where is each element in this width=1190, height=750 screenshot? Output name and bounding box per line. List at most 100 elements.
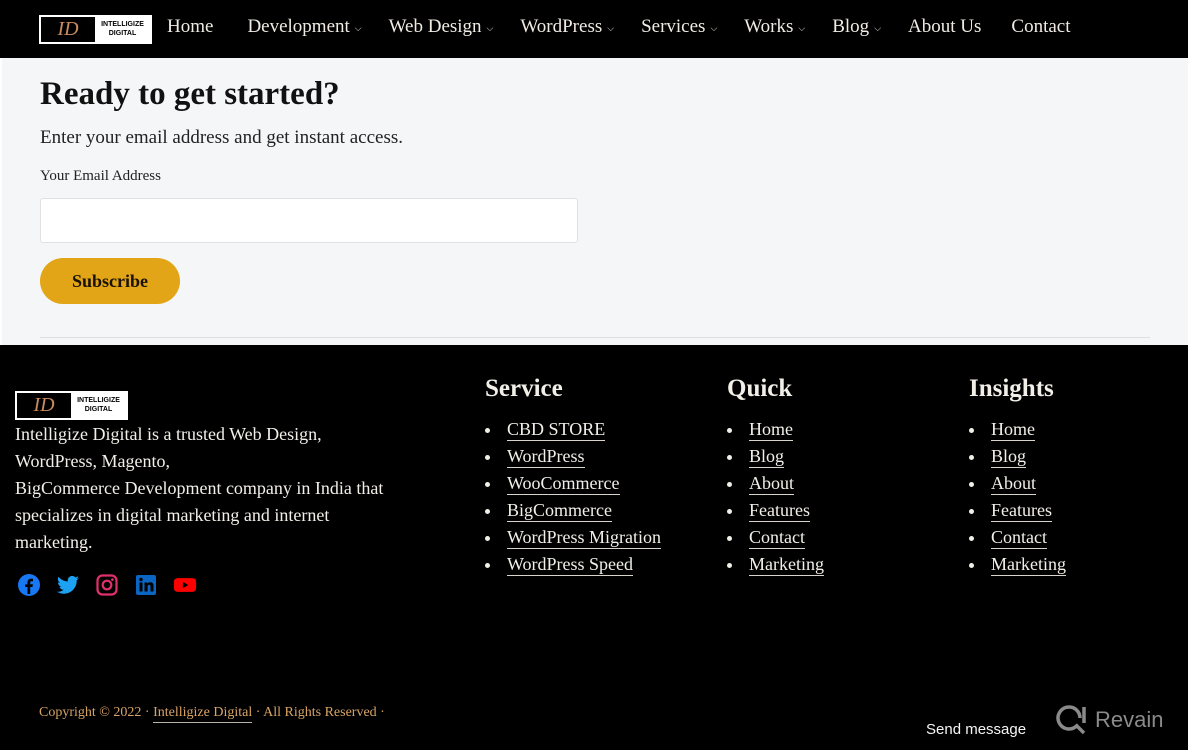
- chevron-down-icon: ⌵: [798, 24, 806, 34]
- footer-link[interactable]: WordPress Speed: [507, 554, 634, 576]
- list-item: Contact: [969, 527, 1066, 554]
- page: ID INTELLIGIZE DIGITAL Home Development ⌵…: [0, 0, 1188, 750]
- footer-link[interactable]: Blog: [991, 446, 1027, 468]
- logo-wordmark: INTELLIGIZE DIGITAL: [71, 393, 126, 418]
- list-item: CBD STORE: [485, 419, 661, 446]
- nav-label: Development: [247, 16, 350, 37]
- logo-monogram: ID: [33, 394, 55, 416]
- nav-item-services[interactable]: Services ⌵: [641, 16, 717, 38]
- subscribe-button[interactable]: Subscribe: [40, 258, 180, 304]
- column-title: Quick: [727, 375, 793, 402]
- list-item: Home: [727, 419, 824, 446]
- youtube-icon[interactable]: [173, 573, 197, 597]
- list-item: Blog: [727, 446, 824, 473]
- logo-mark: ID: [17, 393, 71, 418]
- footer: ID INTELLIGIZE DIGITAL Intelligize Digit…: [0, 345, 1188, 750]
- copyright-prefix: Copyright © 2022 ·: [39, 705, 154, 720]
- nav-item-contact[interactable]: Contact: [1011, 16, 1070, 38]
- nav-label: Works: [744, 16, 794, 37]
- revain-logo-icon: [1056, 705, 1086, 735]
- nav-item-about-us[interactable]: About Us: [908, 16, 981, 38]
- copyright-suffix: · All Rights Reserved ·: [252, 705, 385, 720]
- list-item: Contact: [727, 527, 824, 554]
- about-line: Intelligize Digital is a trusted Web Des…: [15, 424, 322, 444]
- nav-item-home[interactable]: Home: [167, 16, 213, 38]
- list-item: Marketing: [969, 554, 1066, 581]
- about-line: WordPress, Magento,: [15, 451, 171, 471]
- footer-link[interactable]: Contact: [749, 527, 805, 549]
- about-line: BigCommerce Development company in India…: [15, 478, 384, 498]
- facebook-icon[interactable]: [17, 573, 41, 597]
- footer-link[interactable]: WordPress: [507, 446, 585, 468]
- list-item: About: [727, 473, 824, 500]
- column-title: Insights: [969, 375, 1054, 402]
- revain-label: Revain: [1095, 707, 1164, 732]
- footer-link[interactable]: Home: [749, 419, 793, 441]
- nav-item-wordpress[interactable]: WordPress ⌵: [520, 16, 614, 38]
- footer-link[interactable]: Blog: [749, 446, 785, 468]
- list-item: Features: [727, 500, 824, 527]
- send-message-button[interactable]: Send message: [926, 721, 1026, 738]
- footer-link[interactable]: Marketing: [991, 554, 1066, 576]
- nav-label: About Us: [908, 16, 982, 37]
- list-item: About: [969, 473, 1066, 500]
- logo-line-1: INTELLIGIZE: [77, 397, 120, 405]
- instagram-icon[interactable]: [95, 573, 119, 597]
- footer-column-quick: Quick Home Blog About Features Contact M…: [727, 375, 824, 581]
- section-divider: [40, 337, 1150, 338]
- social-links: [17, 573, 197, 597]
- list-item: WordPress Speed: [485, 554, 661, 581]
- footer-link[interactable]: WordPress Migration: [507, 527, 662, 549]
- footer-link[interactable]: Marketing: [749, 554, 824, 576]
- footer-link[interactable]: About: [991, 473, 1036, 495]
- footer-link[interactable]: BigCommerce: [507, 500, 612, 522]
- email-input[interactable]: [40, 198, 578, 243]
- footer-logo[interactable]: ID INTELLIGIZE DIGITAL: [15, 391, 128, 420]
- revain-badge[interactable]: Revain: [1055, 703, 1163, 737]
- footer-link[interactable]: Features: [749, 500, 810, 522]
- linkedin-icon[interactable]: [134, 573, 158, 597]
- nav-label: WordPress: [520, 16, 603, 37]
- footer-link[interactable]: Contact: [991, 527, 1047, 549]
- footer-column-insights: Insights Home Blog About Features Contac…: [969, 375, 1066, 581]
- nav-label: Home: [167, 16, 214, 37]
- footer-link[interactable]: Features: [991, 500, 1052, 522]
- list-item: BigCommerce: [485, 500, 661, 527]
- nav-label: Services: [641, 16, 706, 37]
- footer-link[interactable]: Home: [991, 419, 1035, 441]
- subscribe-section: Ready to get started? Enter your email a…: [0, 58, 1188, 345]
- email-label: Your Email Address: [40, 168, 161, 184]
- list-item: Features: [969, 500, 1066, 527]
- logo-line-2: DIGITAL: [108, 29, 137, 37]
- footer-link[interactable]: About: [749, 473, 794, 495]
- chevron-down-icon: ⌵: [607, 24, 615, 34]
- copyright-link[interactable]: Intelligize Digital: [153, 705, 253, 723]
- list-item: Marketing: [727, 554, 824, 581]
- list-item: WooCommerce: [485, 473, 661, 500]
- list-item: Home: [969, 419, 1066, 446]
- chevron-down-icon: ⌵: [874, 24, 882, 34]
- top-navigation: ID INTELLIGIZE DIGITAL Home Development ⌵…: [0, 0, 1188, 58]
- site-logo[interactable]: ID INTELLIGIZE DIGITAL: [39, 15, 152, 44]
- footer-about-text: Intelligize Digital is a trusted Web Des…: [15, 421, 445, 556]
- subscribe-description: Enter your email address and get instant…: [40, 127, 403, 148]
- about-line: marketing.: [15, 532, 93, 552]
- twitter-icon[interactable]: [56, 573, 80, 597]
- nav-item-blog[interactable]: Blog ⌵: [832, 16, 881, 38]
- chevron-down-icon: ⌵: [486, 24, 494, 34]
- list-item: WordPress Migration: [485, 527, 662, 554]
- list-item: WordPress: [485, 446, 661, 473]
- nav-label: Blog: [832, 16, 870, 37]
- about-line: specializes in digital marketing and int…: [15, 505, 330, 525]
- column-title: Service: [485, 375, 563, 402]
- nav-item-web-design[interactable]: Web Design ⌵: [389, 16, 494, 38]
- logo-line-1: INTELLIGIZE: [101, 21, 144, 29]
- nav-item-development[interactable]: Development ⌵: [247, 16, 361, 38]
- footer-column-service: Service CBD STORE WordPress WooCommerce …: [485, 375, 662, 581]
- nav-item-works[interactable]: Works ⌵: [744, 16, 805, 38]
- list-item: Blog: [969, 446, 1066, 473]
- copyright: Copyright © 2022 · Intelligize Digital ·…: [39, 705, 385, 723]
- footer-link[interactable]: WooCommerce: [507, 473, 620, 495]
- service-links: CBD STORE WordPress WooCommerce BigComme…: [485, 419, 662, 581]
- footer-link[interactable]: CBD STORE: [507, 419, 606, 441]
